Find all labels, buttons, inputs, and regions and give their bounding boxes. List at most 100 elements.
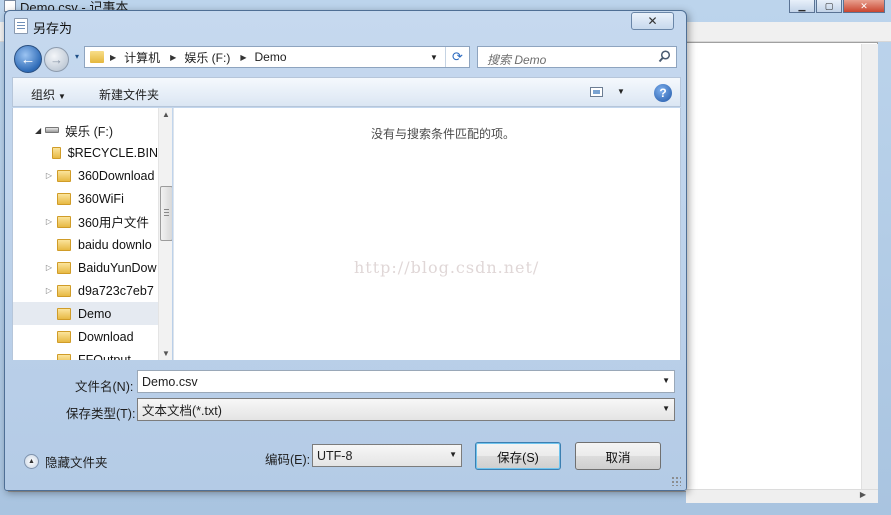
nav-item-folder[interactable]: $RECYCLE.BIN [13,141,158,164]
resize-grip[interactable] [671,476,681,486]
breadcrumb-item-demo[interactable]: Demo [254,50,286,64]
folder-icon [57,215,71,228]
folder-icon [57,284,71,297]
save-button[interactable]: 保存(S) [475,442,561,470]
nav-item-label: Demo [78,306,112,321]
breadcrumb-separator-icon[interactable]: ▶ [110,53,116,62]
hide-folders-label: 隐藏文件夹 [45,456,108,470]
expand-icon[interactable]: ▷ [44,171,54,180]
notepad-icon [14,18,28,34]
close-icon: ✕ [647,14,658,28]
collapse-icon[interactable]: ◢ [35,126,41,135]
organize-button[interactable]: 组织 ▼ [31,86,66,103]
nav-item-folder[interactable]: FFOutput [13,348,158,360]
save-as-dialog: 另存为 ✕ ← → ▾ ▶ 计算机 ▶ 娱乐 (F:) ▶ Demo ▼ ⟳ 搜… [4,10,687,491]
notepad-horizontal-scrollbar[interactable]: ▶ [686,489,878,503]
search-placeholder: 搜索 Demo [487,53,547,67]
new-folder-button[interactable]: 新建文件夹 [99,86,159,103]
watermark: http://blog.csdn.net/ [354,258,540,277]
chevron-down-icon[interactable]: ▼ [662,376,670,385]
close-button[interactable]: ✕ [631,12,674,30]
command-bar: 组织 ▼ 新建文件夹 ▼ ? [12,77,681,107]
nav-item-label: Download [78,329,134,344]
nav-item-folder[interactable]: ▷ 360用户文件 [13,210,158,233]
chevron-down-icon: ▼ [449,450,457,459]
nav-item-label: 360用户文件 [78,216,149,230]
forward-button[interactable]: → [44,47,69,72]
recent-locations-button[interactable]: ▾ [71,52,83,66]
nav-item-folder[interactable]: 360WiFi [13,187,158,210]
folder-icon [57,192,71,205]
maximize-button[interactable]: ▢ [816,0,842,13]
nav-item-folder[interactable]: ▷ 360Download [13,164,158,187]
breadcrumb-separator-icon[interactable]: ▶ [170,53,176,62]
encoding-select[interactable]: UTF-8 ▼ [312,444,462,467]
folder-icon [52,146,61,159]
breadcrumb-item-drive[interactable]: 娱乐 (F:) [184,49,230,66]
folder-icon [57,353,71,360]
address-bar[interactable]: ▶ 计算机 ▶ 娱乐 (F:) ▶ Demo ▼ ⟳ [84,46,470,68]
nav-item-label: baidu downlo [78,237,152,252]
minimize-button[interactable]: ▁ [789,0,815,13]
filetype-value: 文本文档(*.txt) [142,404,222,418]
nav-item-label: d9a723c7eb7 [78,283,154,298]
filetype-label: 保存类型(T): [66,407,136,421]
filename-label: 文件名(N): [75,380,134,394]
notepad-window-controls: ▁ ▢ ✕ [788,0,885,13]
search-input[interactable]: 搜索 Demo [477,46,677,68]
address-dropdown-button[interactable]: ▼ [427,49,441,65]
filename-value: Demo.csv [142,374,198,389]
folder-icon [57,238,71,251]
expand-icon[interactable]: ▷ [44,217,54,226]
breadcrumb-separator-icon[interactable]: ▶ [240,53,246,62]
search-icon[interactable] [658,50,671,63]
back-button[interactable]: ← [14,45,42,73]
file-list-pane[interactable]: 没有与搜索条件匹配的项。 http://blog.csdn.net/ [173,108,681,360]
folder-icon [57,330,71,343]
breadcrumb: ▶ 计算机 ▶ 娱乐 (F:) ▶ Demo [110,49,297,66]
help-icon[interactable]: ? [654,84,672,102]
filename-field[interactable]: Demo.csv ▼ [137,370,675,393]
breadcrumb-item-computer[interactable]: 计算机 [124,49,160,66]
nav-item-label: FFOutput [78,352,131,361]
expand-icon[interactable]: ▷ [44,286,54,295]
notepad-vertical-scrollbar[interactable] [861,44,878,490]
expand-icon[interactable]: ▷ [44,263,54,272]
scroll-down-icon[interactable]: ▼ [162,349,170,358]
scroll-up-icon[interactable]: ▲ [162,110,170,119]
drive-icon [45,127,60,133]
refresh-button[interactable]: ⟳ [445,47,469,67]
navpane-vertical-scrollbar[interactable]: ▲ ▼ [158,108,172,360]
navigation-pane[interactable]: ◢ 娱乐 (F:) $RECYCLE.BIN ▷ 360Download 360WiF… [12,108,172,360]
nav-item-label: 360WiFi [78,191,124,206]
nav-item-label: BaiduYunDow [78,260,157,275]
nav-item-label: 360Download [78,168,155,183]
nav-item-folder[interactable]: baidu downlo [13,233,158,256]
empty-results-message: 没有与搜索条件匹配的项。 [370,127,515,141]
nav-item-folder[interactable]: Demo [13,302,158,325]
view-options-chevron-icon[interactable]: ▼ [617,87,625,96]
cancel-button[interactable]: 取消 [575,442,661,470]
hide-folders-toggle[interactable]: ▲ 隐藏文件夹 [24,452,108,471]
folder-icon [57,169,71,182]
chevron-down-icon: ▾ [74,52,79,61]
nav-item-folder[interactable]: ▷ d9a723c7eb7 [13,279,158,302]
folder-icon [90,51,104,63]
scrollbar-thumb[interactable] [160,186,172,241]
nav-item-label: 娱乐 (F:) [65,124,114,139]
encoding-value: UTF-8 [317,448,353,463]
chevron-up-icon: ▲ [24,454,39,469]
folder-icon [57,307,71,320]
organize-label: 组织 [31,88,56,102]
nav-item-folder[interactable]: ▷ BaiduYunDow [13,256,158,279]
nav-item-drive[interactable]: ◢ 娱乐 (F:) [13,121,113,139]
forward-arrow-icon: → [50,52,63,67]
chevron-down-icon: ▼ [662,404,670,413]
encoding-label: 编码(E): [265,453,311,467]
scroll-right-icon[interactable]: ▶ [860,490,866,499]
close-icon[interactable]: ✕ [843,0,885,13]
filetype-select[interactable]: 文本文档(*.txt) ▼ [137,398,675,421]
change-view-icon[interactable] [590,87,603,97]
nav-item-folder[interactable]: Download [13,325,158,348]
dialog-title: 另存为 [33,21,73,36]
